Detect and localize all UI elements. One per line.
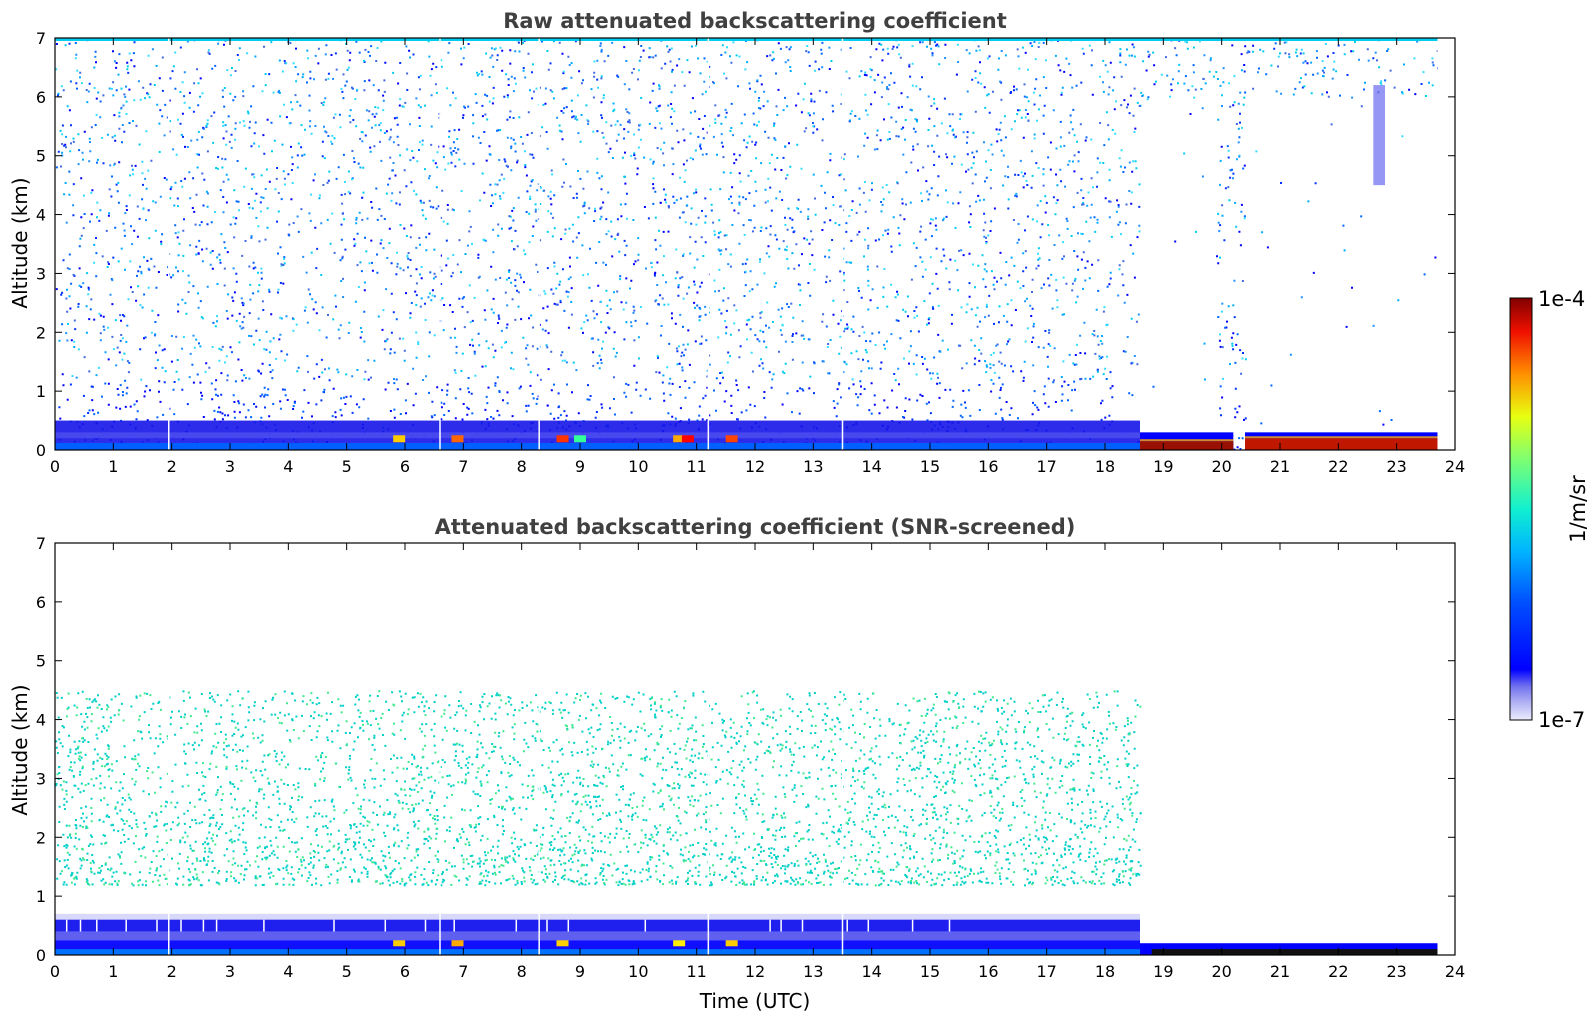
top-panel-title: Raw attenuated backscattering coefficien… [503,9,1007,33]
figure: Raw attenuated backscattering coefficien… [8,9,1590,1013]
x-tick-label: 23 [1386,457,1406,476]
x-tick-label: 4 [283,457,293,476]
y-tick-label: 3 [36,769,46,788]
y-tick-label: 0 [36,441,46,460]
x-tick-label: 16 [978,962,998,981]
x-tick-label: 24 [1445,457,1465,476]
x-tick-label: 5 [342,962,352,981]
y-tick-label: 4 [36,206,46,225]
x-tick-label: 19 [1153,457,1173,476]
x-tick-label: 21 [1270,457,1290,476]
x-tick-label: 19 [1153,962,1173,981]
x-tick-label: 22 [1328,962,1348,981]
colorbar-max-label: 1e-4 [1538,287,1585,311]
y-tick-label: 1 [36,382,46,401]
x-tick-label: 16 [978,457,998,476]
x-tick-label: 7 [458,962,468,981]
x-tick-label: 10 [628,962,648,981]
top-panel: 0 1 2 3 4 5 6 7 8 9 10 11 12 13 14 15 16 17 18 19 20 21 22 23 24… [36,29,1465,476]
bottom-panel: 0 1 2 3 4 5 6 7 8 9 10 11 12 13 14 15 16 17 18 19 20 21 22 23 24… [36,534,1465,981]
x-tick-label: 1 [108,962,118,981]
y-tick-label: 0 [36,946,46,965]
x-tick-label: 15 [920,962,940,981]
y-tick-label: 5 [36,652,46,671]
heatmap-area [55,38,1455,450]
x-tick-label: 13 [803,457,823,476]
x-tick-label: 9 [575,962,585,981]
x-tick-label: 7 [458,457,468,476]
x-tick-label: 9 [575,457,585,476]
x-tick-label: 8 [517,457,527,476]
bottom-y-axis-label: Altitude (km) [8,684,32,815]
x-axis-label: Time (UTC) [699,989,811,1013]
y-tick-label: 6 [36,88,46,107]
x-tick-label: 13 [803,962,823,981]
x-tick-label: 24 [1445,962,1465,981]
x-tick-label: 4 [283,962,293,981]
top-y-axis-label: Altitude (km) [8,177,32,308]
x-tick-label: 6 [400,962,410,981]
x-tick-label: 23 [1386,962,1406,981]
x-tick-label: 10 [628,457,648,476]
x-tick-label: 5 [342,457,352,476]
x-tick-label: 21 [1270,962,1290,981]
x-tick-label: 14 [861,457,881,476]
x-tick-label: 3 [225,962,235,981]
y-tick-label: 4 [36,711,46,730]
y-tick-label: 5 [36,147,46,166]
x-tick-label: 18 [1095,457,1115,476]
y-tick-label: 2 [36,323,46,342]
x-tick-label: 8 [517,962,527,981]
y-tick-label: 3 [36,264,46,283]
x-tick-label: 17 [1036,457,1056,476]
x-tick-label: 17 [1036,962,1056,981]
x-tick-label: 22 [1328,457,1348,476]
y-tick-label: 7 [36,29,46,48]
colorbar-unit-label: 1/m/sr [1566,475,1590,543]
plot-frame [54,542,1456,956]
x-tick-label: 2 [167,457,177,476]
heatmap-area [55,543,1455,955]
x-tick-label: 11 [686,457,706,476]
y-tick-label: 2 [36,828,46,847]
x-tick-label: 12 [745,457,765,476]
x-tick-label: 0 [50,457,60,476]
x-tick-label: 3 [225,457,235,476]
y-tick-label: 7 [36,534,46,553]
x-tick-label: 6 [400,457,410,476]
x-tick-label: 20 [1211,457,1231,476]
x-tick-label: 1 [108,457,118,476]
x-tick-label: 20 [1211,962,1231,981]
x-tick-label: 18 [1095,962,1115,981]
x-tick-label: 14 [861,962,881,981]
y-tick-label: 6 [36,593,46,612]
bottom-panel-title: Attenuated backscattering coefficient (S… [435,515,1076,539]
colorbar [1509,297,1533,721]
x-tick-label: 12 [745,962,765,981]
y-tick-label: 1 [36,887,46,906]
x-tick-label: 2 [167,962,177,981]
x-tick-label: 0 [50,962,60,981]
x-tick-label: 11 [686,962,706,981]
colorbar-min-label: 1e-7 [1538,708,1585,732]
x-tick-label: 15 [920,457,940,476]
